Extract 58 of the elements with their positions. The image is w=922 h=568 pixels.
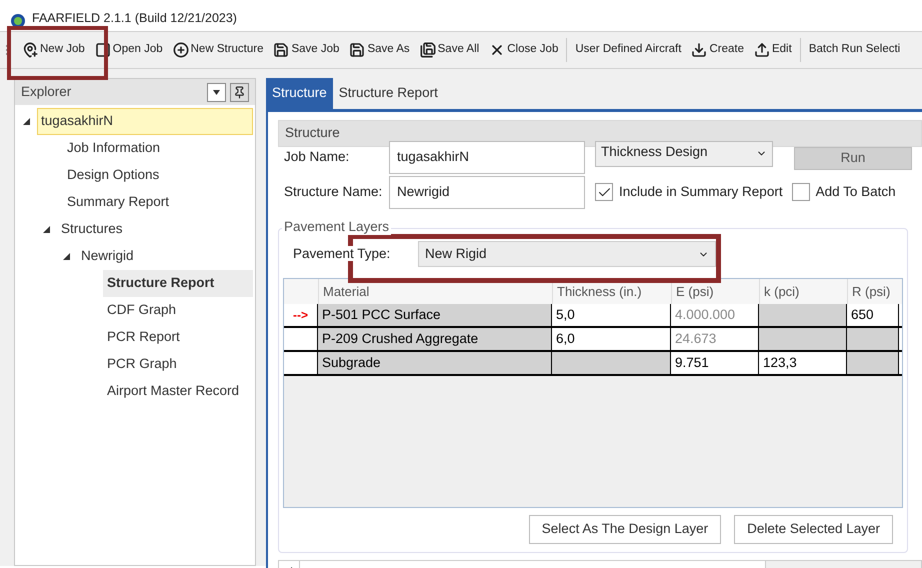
tree-item[interactable]: Airport Master Record (103, 378, 244, 405)
download-icon (691, 42, 708, 58)
caret-icon (213, 90, 220, 94)
toolbar-button[interactable]: Open Job (90, 35, 167, 65)
toolbar-button[interactable]: Close Job (485, 35, 562, 65)
toolbar-button[interactable]: New Structure (168, 35, 268, 65)
field-label: Job Name: (284, 148, 350, 166)
toolbar-button[interactable]: Batch Run Selecti (804, 35, 904, 65)
action-button[interactable]: Delete Selected Layer (734, 515, 893, 544)
toolbar-button[interactable]: Save All (416, 35, 484, 65)
row-marker: --> (293, 307, 308, 324)
tree-item[interactable]: PCR Graph (103, 351, 181, 378)
field-label: Structure Name: (284, 183, 384, 202)
tab[interactable]: Structure (266, 78, 333, 109)
table-cell: P-209 Crushed Aggregate (318, 328, 552, 350)
floppy-disks-icon (420, 42, 436, 58)
tree-item[interactable]: Structure Report (103, 270, 253, 297)
expander-icon[interactable] (23, 118, 30, 125)
expander-icon[interactable] (43, 226, 50, 233)
tab[interactable]: Structure Report (332, 78, 444, 109)
tree-item[interactable]: PCR Report (103, 324, 184, 351)
checkbox[interactable] (792, 183, 810, 202)
table-cell: P-501 PCC Surface (318, 304, 552, 326)
job-name-field[interactable]: tugasakhirN (389, 141, 585, 174)
toolbar-button[interactable]: New Job (18, 35, 89, 65)
action-button[interactable]: Select As The Design Layer (528, 515, 722, 544)
app-logo-icon (10, 13, 26, 27)
toolbar-button[interactable]: User Defined Aircraft (571, 35, 686, 65)
tree-item[interactable]: tugasakhirN (37, 108, 253, 135)
checkbox-label: Include in Summary Report (619, 183, 783, 201)
panel-title: Explorer (21, 82, 72, 101)
expander-icon[interactable] (63, 253, 70, 260)
pin-plus-icon (22, 42, 38, 58)
circle-plus-icon (172, 42, 189, 58)
window-title: FAARFIELD 2.1.1 (Build 12/21/2023) (32, 10, 237, 28)
table-cell: Subgrade (318, 352, 552, 374)
tree-item[interactable]: Structures (57, 216, 127, 243)
pavement-type-dropdown[interactable]: New Rigid (418, 241, 716, 267)
toolbar-button[interactable]: Save Job (269, 35, 344, 65)
pin-button[interactable] (230, 82, 249, 102)
toolbar-button[interactable]: Save As (345, 35, 414, 65)
checkbox[interactable] (595, 183, 613, 202)
field-label: Pavement Type: (293, 246, 390, 261)
toolbar-button[interactable]: Create (687, 35, 748, 65)
pin-icon (233, 86, 246, 98)
dropdown-button[interactable] (207, 82, 226, 102)
square-icon (94, 42, 111, 58)
tree-item[interactable]: Design Options (63, 162, 164, 189)
tree-item[interactable]: Job Information (63, 135, 164, 162)
tree-item[interactable]: Newrigid (77, 243, 138, 270)
tree-item[interactable]: Summary Report (63, 189, 174, 216)
tree-item[interactable]: CDF Graph (103, 297, 180, 324)
mode-dropdown[interactable]: Thickness Design (595, 141, 773, 167)
checkbox-label: Add To Batch (816, 183, 896, 201)
toolbar-button[interactable]: Edit (750, 35, 796, 65)
group-title: Pavement Layers (282, 219, 392, 235)
structure-name-field[interactable]: Newrigid (389, 176, 585, 209)
upload-icon (754, 42, 770, 58)
